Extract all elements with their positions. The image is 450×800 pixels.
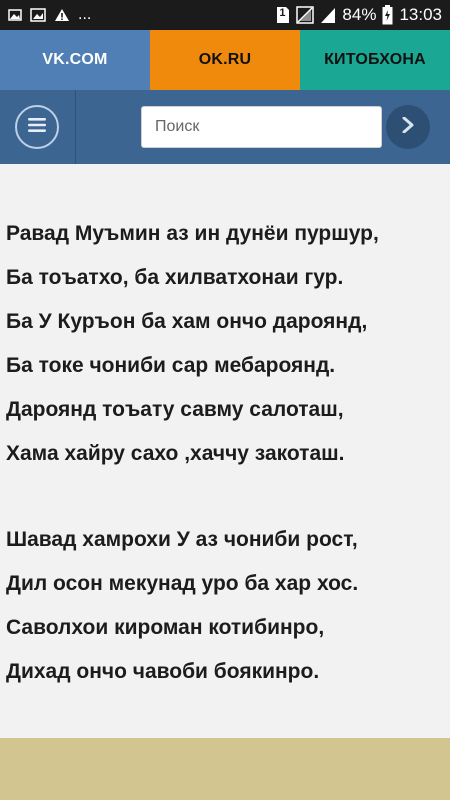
footer-bar	[0, 738, 450, 800]
battery-percent: 84%	[342, 5, 377, 24]
poem-line: Ба У Куръон ба хам ончо дароянд,	[6, 310, 368, 333]
sim-icon: 1	[276, 6, 290, 24]
battery-icon	[382, 5, 393, 25]
clock: 13:03	[399, 5, 442, 24]
poem-line: Дароянд тоъату савму салоташ,	[6, 398, 344, 421]
site-tabs: VK.COM OK.RU КИТОБХОНА	[0, 30, 450, 90]
poem-line: Равад Муъмин аз ин дунёи пуршур,	[6, 222, 379, 245]
poem-line: Ба тоъатхо, ба хилватхонаи гур.	[6, 266, 344, 289]
tab-kitobkhona[interactable]: КИТОБХОНА	[300, 30, 450, 90]
poem-line: Ба токе чониби сар мебароянд.	[6, 354, 336, 377]
signal-icon	[320, 6, 336, 24]
poem-content: Равад Муъмин аз ин дунёи пуршур, Ба тоъа…	[0, 164, 450, 738]
chevron-right-icon	[402, 116, 414, 138]
tab-ok[interactable]: OK.RU	[150, 30, 300, 90]
search-input[interactable]	[141, 106, 382, 148]
tab-vk[interactable]: VK.COM	[0, 30, 150, 90]
menu-cell	[0, 90, 76, 164]
poem-line: Саволхои кироман котибинро,	[6, 616, 325, 639]
stanza-1: Равад Муъмин аз ин дунёи пуршур, Ба тоъа…	[6, 212, 379, 476]
poem-line: Дил осон мекунад уро ба хар хос.	[6, 572, 359, 595]
image-icon	[8, 8, 22, 22]
hamburger-icon	[28, 117, 46, 137]
search-bar	[0, 90, 450, 164]
gallery-icon	[30, 8, 46, 22]
warning-icon	[54, 8, 70, 22]
sim-badge: 1	[279, 7, 286, 19]
status-bar: ... 1 84% 13:03	[0, 0, 450, 30]
no-sim-icon	[296, 6, 315, 24]
poem-line: Хама хайру сахо ,хаччу закоташ.	[6, 442, 345, 465]
status-dots: ...	[78, 6, 92, 23]
poem-line: Шавад хамрохи У аз чониби рост,	[6, 528, 358, 551]
stanza-2: Шавад хамрохи У аз чониби рост, Дил осон…	[6, 518, 358, 694]
menu-button[interactable]	[15, 105, 59, 149]
poem-line: Дихад ончо чавоби боякинро.	[6, 660, 320, 683]
search-go-button[interactable]	[386, 105, 430, 149]
